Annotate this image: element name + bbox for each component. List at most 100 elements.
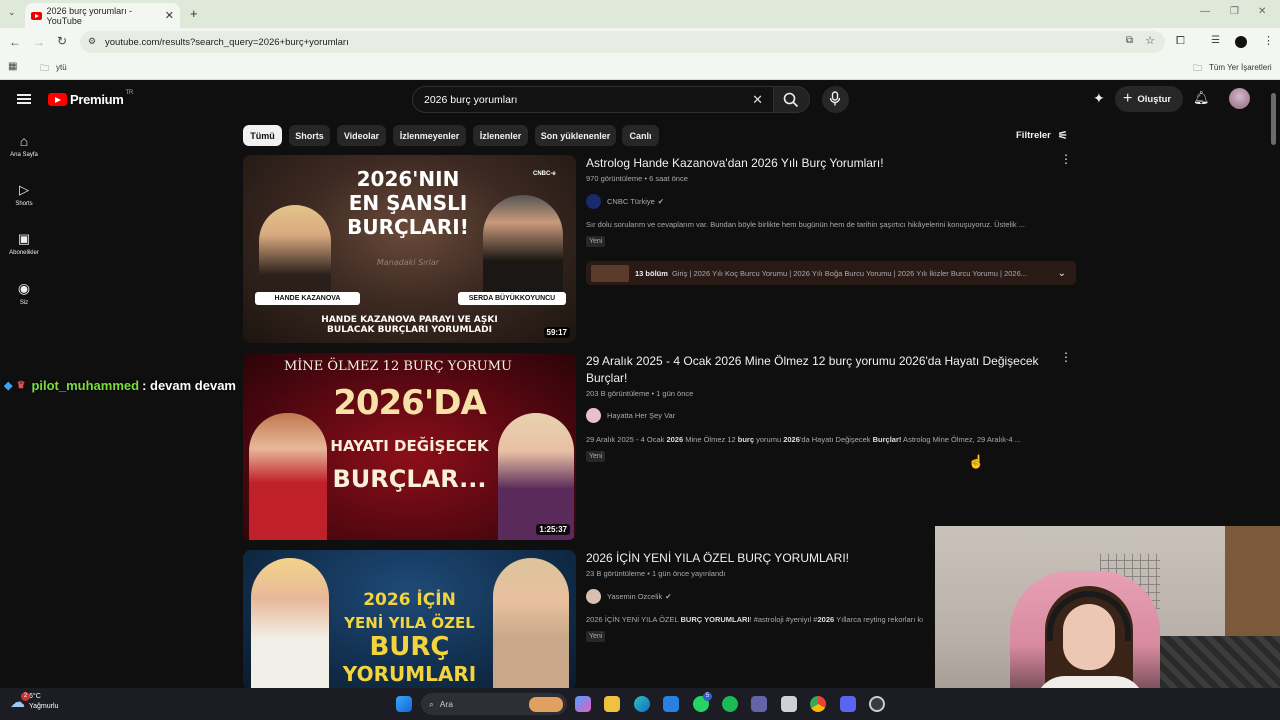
chapters-bar-1[interactable]: 13 bölüm Giriş | 2026 Yılı Koç Burcu Yor…: [586, 261, 1076, 285]
teams-icon[interactable]: [751, 696, 767, 712]
desc3-bold-2: 2026: [817, 615, 835, 624]
filters-button[interactable]: Filtreler ⚟: [1016, 129, 1068, 142]
all-bookmarks-folder-icon: 🗀: [1193, 63, 1203, 73]
chip-videos[interactable]: Videolar: [337, 125, 386, 146]
channel-name-1: CNBC Türkiye: [607, 197, 655, 206]
forward-icon[interactable]: →: [33, 35, 45, 49]
plus-icon: +: [1123, 90, 1133, 107]
minimize-icon[interactable]: —: [1200, 6, 1210, 17]
sidebar-item-subscriptions[interactable]: ▣ Abonelikler: [0, 231, 48, 256]
thumb1-bottom-2: BULACAK BURÇLARI YORUMLADI: [327, 325, 492, 335]
bookmark-yt[interactable]: ytü: [56, 63, 67, 72]
video-title-1[interactable]: Astrolog Hande Kazanova'dan 2026 Yılı Bu…: [586, 155, 1041, 172]
copilot-icon[interactable]: [575, 696, 591, 712]
account-avatar[interactable]: [1229, 88, 1250, 109]
weather-desc: Yağmurlu: [29, 703, 59, 710]
browser-tabbar: ⌄ 2026 burç yorumları - YouTube ✕ + — ❐ …: [0, 0, 1280, 28]
thumb1-headline-2: EN ŞANSLI: [348, 191, 468, 215]
chip-all[interactable]: Tümü: [243, 125, 282, 146]
file-explorer-icon[interactable]: [604, 696, 620, 712]
window-close-icon[interactable]: ✕: [1258, 6, 1266, 17]
tab-close-icon[interactable]: ✕: [165, 9, 174, 22]
cast-ai-icon[interactable]: ✦: [1093, 90, 1105, 107]
page-scrollbar[interactable]: [1271, 93, 1276, 145]
chat-crown-icon: ♛: [16, 380, 26, 391]
weather-widget[interactable]: ☁ 2 6°C Yağmurlu: [10, 692, 58, 712]
tab-list-chevron-icon[interactable]: ⌄: [8, 7, 16, 18]
obs-icon[interactable]: [869, 696, 885, 712]
chip-live[interactable]: Canlı: [622, 125, 659, 146]
voice-search-button[interactable]: [822, 86, 849, 113]
sidebar-item-shorts[interactable]: ▷ Shorts: [0, 182, 48, 207]
thumb1-headline-1: 2026'NIN: [356, 167, 460, 191]
search-highlight-icon: [529, 696, 563, 712]
install-app-icon[interactable]: ⧉: [1126, 35, 1133, 46]
discord-icon[interactable]: [840, 696, 856, 712]
apps-grid-icon[interactable]: ▦: [8, 61, 17, 72]
thumb1-right-name: SERDA BÜYÜKKOYUNCU: [458, 292, 566, 305]
thumb1-left-name: HANDE KAZANOVA: [255, 292, 360, 305]
channel-3[interactable]: Yasemin Ozcelik ✔: [586, 589, 672, 604]
restore-icon[interactable]: ❐: [1230, 6, 1239, 17]
video-thumbnail-2[interactable]: MİNE ÖLMEZ 12 BURÇ YORUMU 2026'DA HAYATI…: [243, 353, 576, 540]
channel-2[interactable]: Hayatta Her Şey Var: [586, 408, 675, 423]
tab-title: 2026 burç yorumları - YouTube: [46, 5, 133, 26]
taskbar-search[interactable]: ⌕ Ara: [421, 693, 567, 715]
edge-icon[interactable]: [634, 696, 650, 712]
bookmark-star-icon[interactable]: ☆: [1145, 34, 1155, 47]
profile-avatar[interactable]: [1235, 36, 1247, 48]
chapters-expand-icon-1[interactable]: ⌄: [1058, 268, 1066, 279]
browser-tab[interactable]: 2026 burç yorumları - YouTube ✕: [25, 3, 180, 28]
chip-watched[interactable]: İzlenenler: [473, 125, 528, 146]
search-button[interactable]: [773, 86, 810, 113]
thumb3-line-4: YORUMLARI: [342, 662, 477, 686]
search-input[interactable]: 2026 burç yorumları ✕: [412, 86, 774, 113]
notifications-bell-icon[interactable]: 🔔︎: [1193, 90, 1210, 106]
chip-recent[interactable]: Son yüklenenler: [535, 125, 616, 146]
home-icon: ⌂: [19, 133, 29, 149]
clear-search-icon[interactable]: ✕: [752, 92, 763, 108]
reload-icon[interactable]: ↻: [57, 34, 67, 48]
sidebar-label-home: Ana Sayfa: [10, 152, 38, 158]
channel-1[interactable]: CNBC Türkiye ✔: [586, 194, 664, 209]
store-icon[interactable]: [663, 696, 679, 712]
thumb2-line-3: BURÇLAR...: [332, 465, 487, 493]
site-info-icon[interactable]: ⚙: [88, 36, 96, 47]
chrome-icon[interactable]: [810, 696, 826, 712]
sidebar-label-you: Siz: [19, 300, 29, 306]
tool-icon[interactable]: [781, 696, 797, 712]
create-button[interactable]: + Oluştur: [1115, 86, 1183, 112]
video-options-icon-2[interactable]: ⋮: [1060, 351, 1072, 363]
chip-shorts[interactable]: Shorts: [289, 125, 330, 146]
media-control-icon[interactable]: ☰: [1211, 35, 1220, 46]
desc2-suffix: Astrolog Mine Ölmez, 29 Aralık-4 ...: [901, 435, 1022, 444]
guide-menu-icon[interactable]: [17, 94, 31, 104]
url-field[interactable]: ⚙ youtube.com/results?search_query=2026+…: [80, 31, 1165, 53]
all-bookmarks[interactable]: Tüm Yer İşaretleri: [1209, 63, 1272, 72]
sidebar-item-you[interactable]: ◉ Siz: [0, 280, 48, 306]
chapters-count-1: 13 bölüm: [635, 268, 668, 278]
video-thumbnail-1[interactable]: 2026'NIN EN ŞANSLI BURÇLARI! Manadaki Sı…: [243, 155, 576, 343]
channel-avatar-3: [586, 589, 601, 604]
channel-name-2: Hayatta Her Şey Var: [607, 411, 676, 420]
video-thumbnail-3[interactable]: 2026 İÇİN YENİ YILA ÖZEL BURÇ YORUMLARI: [243, 550, 576, 688]
extensions-icon[interactable]: ⧠: [1176, 35, 1185, 48]
sidebar-item-home[interactable]: ⌂ Ana Sayfa: [0, 133, 48, 158]
video-title-2[interactable]: 29 Aralık 2025 - 4 Ocak 2026 Mine Ölmez …: [586, 353, 1041, 387]
start-windows-icon[interactable]: [396, 696, 412, 712]
video-meta-1: 970 görüntüleme • 6 saat önce: [586, 174, 688, 183]
back-icon[interactable]: ←: [9, 35, 21, 49]
filters-label: Filtreler: [1016, 130, 1051, 141]
new-tab-icon[interactable]: +: [190, 6, 198, 21]
youtube-logo[interactable]: Premium TR: [48, 90, 133, 107]
browser-menu-icon[interactable]: ⋮: [1263, 34, 1274, 47]
chip-unwatched[interactable]: İzlenmeyenler: [393, 125, 466, 146]
desc2-mid-1: Mine Ölmez 12: [683, 435, 738, 444]
video-options-icon-1[interactable]: ⋮: [1060, 153, 1072, 165]
channel-name-3: Yasemin Ozcelik: [607, 592, 663, 601]
thumb2-line-2: HAYATI DEĞİŞECEK: [330, 437, 489, 455]
spotify-icon[interactable]: [722, 696, 738, 712]
youtube-favicon-icon: [31, 11, 42, 20]
thumb1-brand: CNBC-e: [533, 171, 556, 177]
desc2-bold-2: burç: [737, 435, 755, 444]
